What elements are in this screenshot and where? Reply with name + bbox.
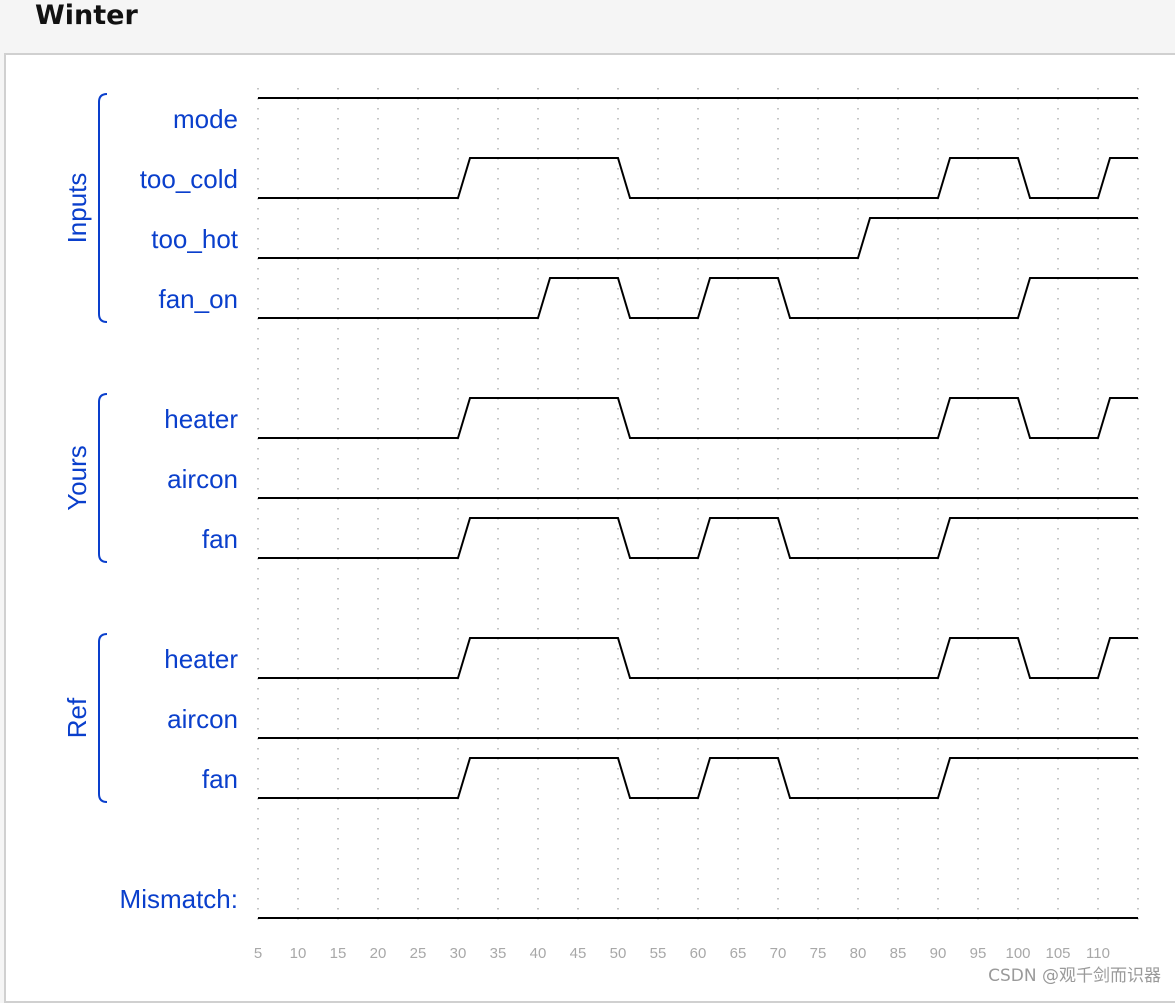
time-tick-label: 45: [570, 945, 587, 962]
time-tick-label: 40: [530, 945, 547, 962]
group-bracket: [98, 393, 108, 563]
time-tick-label: 60: [690, 945, 707, 962]
waveform-diagram: 5 10 15 20 25 30 35 40 45 50 55 60 65 70 75 80 85 90 95 100…: [62, 88, 1139, 962]
time-tick-label: 10: [290, 945, 307, 962]
time-tick-label: 105: [1045, 945, 1070, 962]
time-tick-label: 80: [850, 945, 867, 962]
signal-label: fan_on: [158, 284, 238, 314]
watermark: CSDN @观千剑而识器: [988, 966, 1161, 986]
time-tick-label: 35: [490, 945, 507, 962]
signal-label: too_hot: [151, 224, 239, 254]
time-tick-label: 70: [770, 945, 787, 962]
group-label: Yours: [62, 445, 92, 511]
signal-label: fan: [202, 764, 238, 794]
time-tick-label: 90: [930, 945, 947, 962]
time-tick-label: 30: [450, 945, 467, 962]
time-tick-label: 55: [650, 945, 667, 962]
time-tick-label: 65: [730, 945, 747, 962]
time-tick-label: 100: [1005, 945, 1030, 962]
signal-label: heater: [164, 644, 238, 674]
group-label: Ref: [62, 697, 92, 738]
group-bracket: [98, 633, 108, 803]
time-tick-label: 15: [330, 945, 347, 962]
time-tick-label: 20: [370, 945, 387, 962]
signal-label: heater: [164, 404, 238, 434]
group-bracket: [98, 93, 108, 323]
group-label: Inputs: [62, 173, 92, 244]
time-tick-label: 50: [610, 945, 627, 962]
signal-label: aircon: [167, 704, 238, 734]
time-tick-label: 25: [410, 945, 427, 962]
time-tick-label: 85: [890, 945, 907, 962]
signal-label: too_cold: [140, 164, 238, 194]
signal-label: mode: [173, 104, 238, 134]
signal-label: Mismatch:: [120, 884, 238, 914]
signal-label: aircon: [167, 464, 238, 494]
time-tick-label: 110: [1086, 945, 1110, 962]
time-tick-label: 95: [970, 945, 987, 962]
time-tick-label: 5: [254, 945, 262, 962]
time-tick-label: 75: [810, 945, 827, 962]
signal-label: fan: [202, 524, 238, 554]
